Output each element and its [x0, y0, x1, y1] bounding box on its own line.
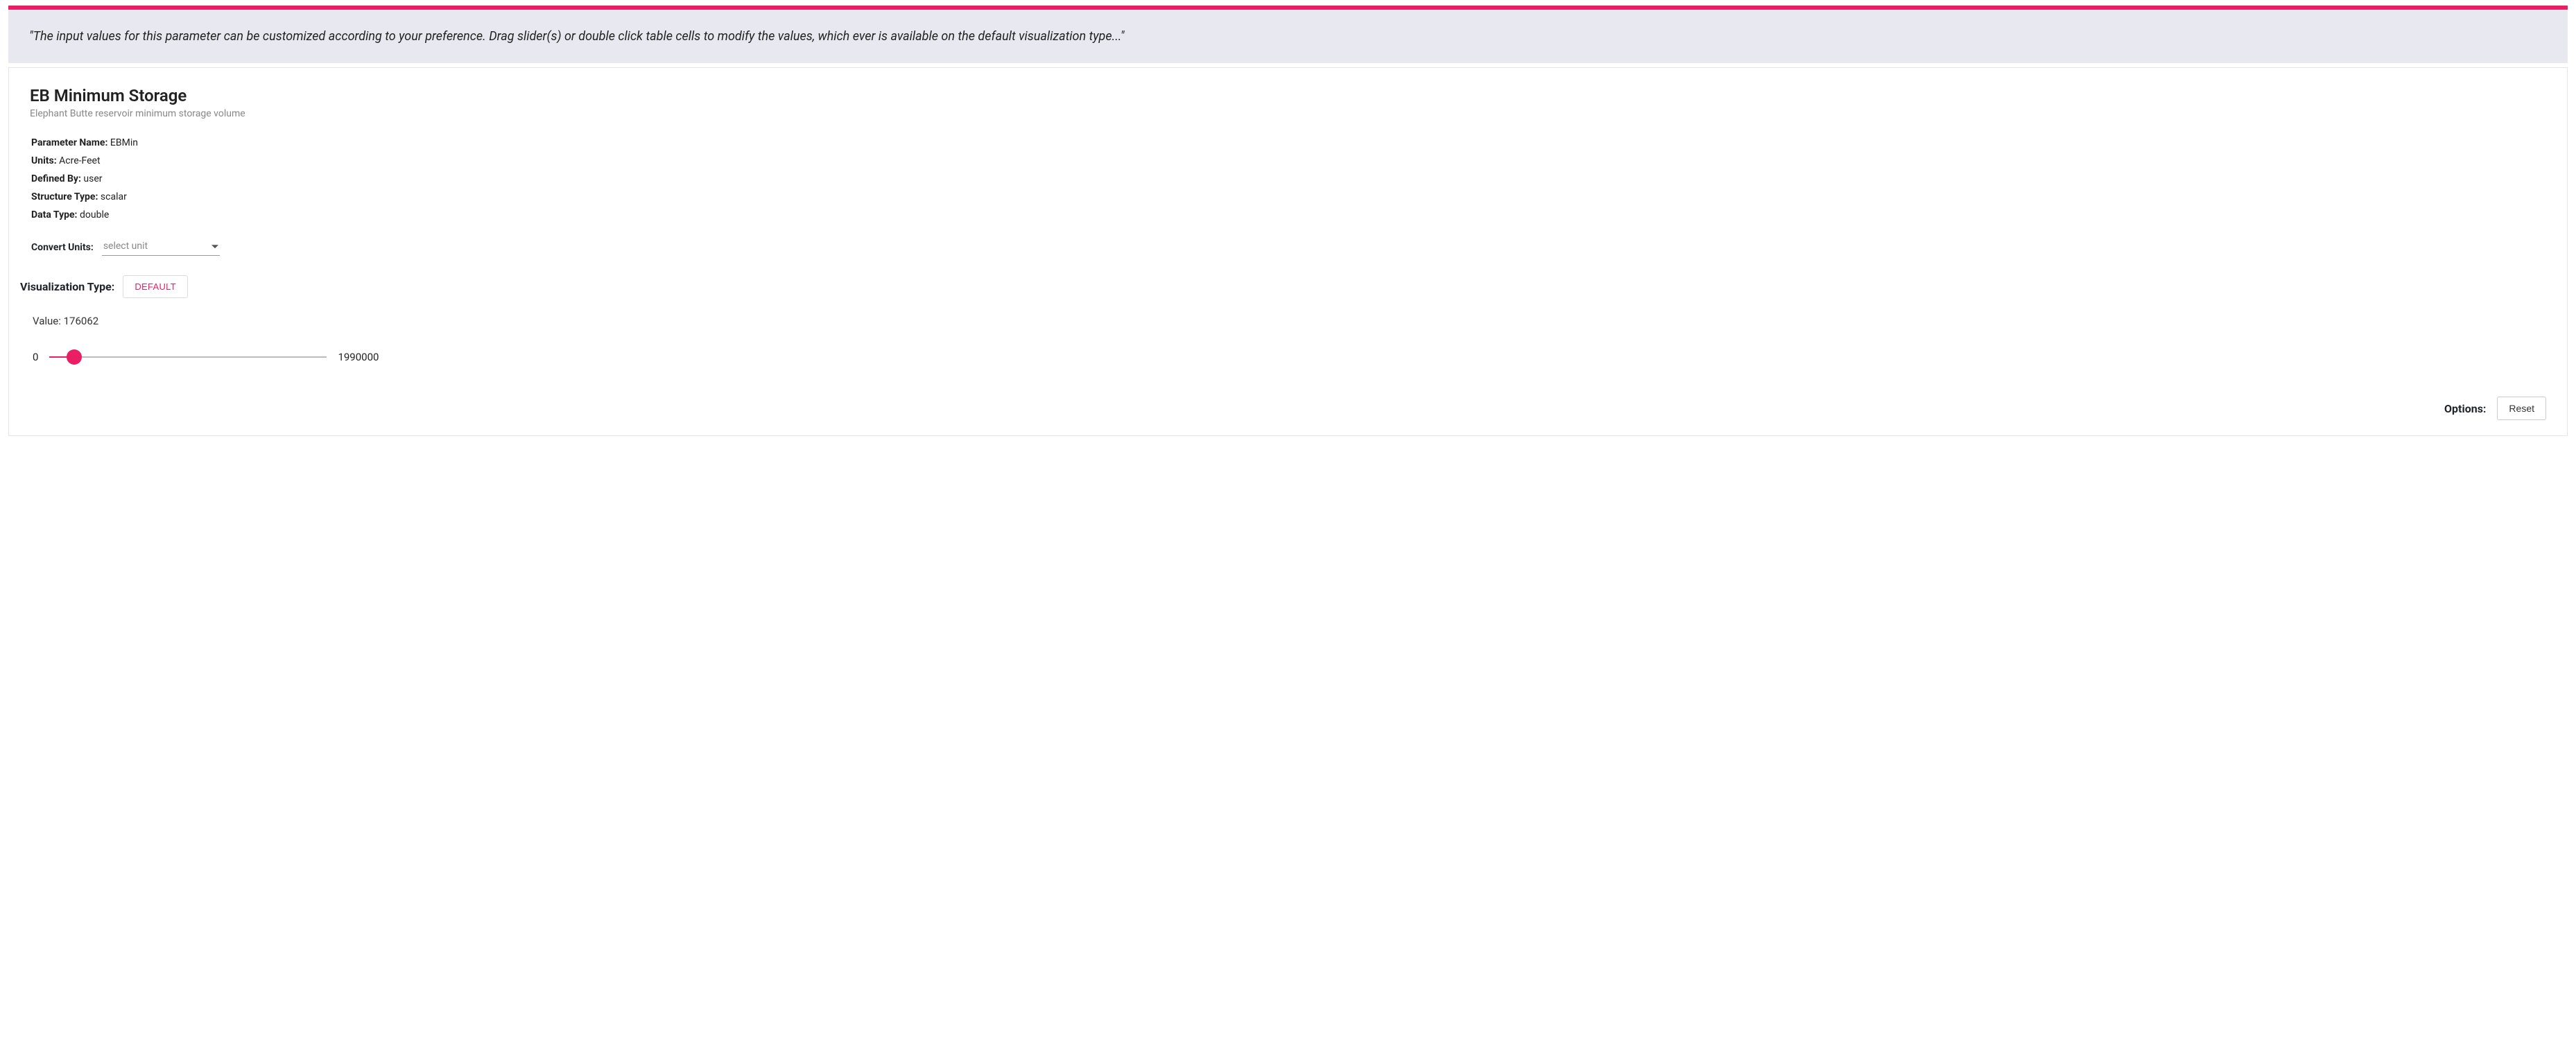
- meta-list: Parameter Name: EBMin Units: Acre-Feet D…: [31, 137, 2546, 220]
- slider-thumb[interactable]: [67, 349, 82, 365]
- reset-button[interactable]: Reset: [2497, 397, 2546, 420]
- meta-value: user: [83, 173, 102, 184]
- card-title: EB Minimum Storage: [30, 86, 2546, 105]
- meta-label: Units:: [31, 155, 57, 166]
- meta-value: scalar: [101, 191, 127, 202]
- convert-row: Convert Units: select unit: [31, 238, 2546, 256]
- options-row: Options: Reset: [30, 397, 2546, 420]
- parameter-card: EB Minimum Storage Elephant Butte reserv…: [8, 67, 2568, 436]
- options-label: Options:: [2444, 402, 2486, 415]
- card-subtitle: Elephant Butte reservoir minimum storage…: [30, 108, 2546, 119]
- slider-max-label: 1990000: [338, 351, 379, 363]
- meta-value: Acre-Feet: [59, 155, 100, 166]
- select-placeholder: select unit: [103, 241, 148, 252]
- meta-row-structure-type: Structure Type: scalar: [31, 191, 2546, 202]
- visualization-type-label: Visualization Type:: [20, 280, 114, 293]
- visualization-default-button[interactable]: Default: [123, 275, 188, 298]
- instruction-banner: "The input values for this parameter can…: [8, 10, 2568, 63]
- value-slider[interactable]: [49, 356, 327, 358]
- meta-row-defined-by: Defined By: user: [31, 173, 2546, 184]
- value-number: 176062: [64, 315, 99, 327]
- value-prefix: Value:: [33, 315, 64, 327]
- slider-rail: [49, 356, 327, 358]
- convert-units-select[interactable]: select unit: [102, 238, 220, 256]
- meta-label: Parameter Name:: [31, 137, 107, 148]
- slider-row: 0 1990000: [33, 351, 2546, 363]
- meta-value: EBMin: [110, 137, 138, 148]
- meta-row-data-type: Data Type: double: [31, 209, 2546, 220]
- meta-label: Structure Type:: [31, 191, 98, 202]
- slider-min-label: 0: [33, 351, 38, 363]
- visualization-type-row: Visualization Type: Default: [20, 275, 2546, 298]
- instruction-text: "The input values for this parameter can…: [29, 29, 1125, 44]
- meta-row-parameter-name: Parameter Name: EBMin: [31, 137, 2546, 148]
- meta-label: Defined By:: [31, 173, 81, 184]
- meta-row-units: Units: Acre-Feet: [31, 155, 2546, 166]
- convert-units-label: Convert Units:: [31, 242, 94, 253]
- meta-label: Data Type:: [31, 209, 78, 220]
- meta-value: double: [80, 209, 109, 220]
- value-label: Value: 176062: [33, 315, 2546, 327]
- chevron-down-icon: [211, 245, 218, 248]
